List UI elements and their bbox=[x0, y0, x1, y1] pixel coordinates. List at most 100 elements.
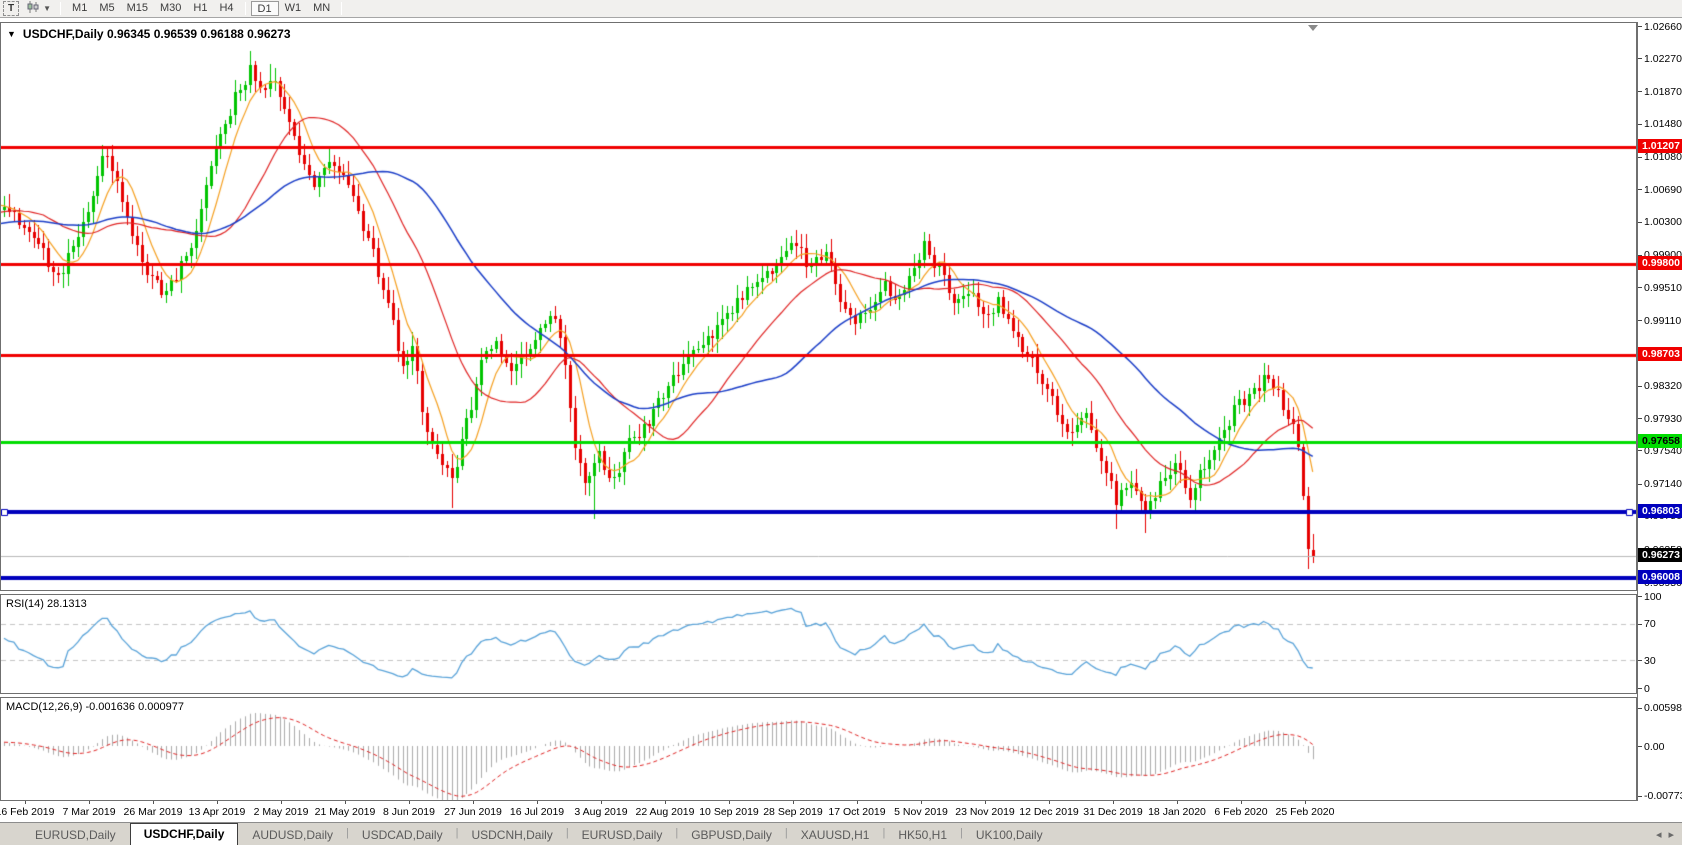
date-tick bbox=[857, 801, 858, 804]
date-tick bbox=[473, 801, 474, 804]
price-tick-label: 1.02270 bbox=[1638, 52, 1682, 65]
chart-tab-usdchf-1[interactable]: USDCHF,Daily bbox=[130, 823, 239, 845]
level-price-badge: 0.97658 bbox=[1638, 434, 1682, 448]
price-tick-label: 0.97140 bbox=[1638, 478, 1682, 491]
chart-tab-hk50-8[interactable]: HK50,H1 bbox=[885, 825, 960, 845]
macd-scale-label: -0.007737 bbox=[1638, 790, 1682, 803]
date-tick bbox=[985, 801, 986, 804]
top-toolbar: T ▼ M1M5M15M30H1H4 D1W1MN bbox=[0, 0, 1682, 18]
ohlc-open: 0.96345 bbox=[107, 27, 150, 41]
date-axis[interactable]: 16 Feb 2019 7 Mar 2019 26 Mar 2019 13 Apr 2… bbox=[0, 801, 1637, 822]
date-label: 16 Feb 2019 bbox=[0, 806, 54, 818]
timeframe-button-m30[interactable]: M30 bbox=[154, 1, 187, 16]
price-tick-label: 0.99110 bbox=[1638, 314, 1681, 327]
date-tick bbox=[345, 801, 346, 804]
date-label: 3 Aug 2019 bbox=[574, 806, 627, 818]
price-tick-label: 0.97930 bbox=[1638, 412, 1682, 425]
rsi-scale-label: 0 bbox=[1638, 682, 1650, 695]
date-label: 6 Feb 2020 bbox=[1214, 806, 1267, 818]
date-label: 27 Jun 2019 bbox=[444, 806, 502, 818]
chevron-down-icon: ▼ bbox=[43, 4, 51, 13]
date-label: 7 Mar 2019 bbox=[62, 806, 115, 818]
timeframe-button-m5[interactable]: M5 bbox=[93, 1, 120, 16]
chart-shift-marker[interactable] bbox=[1308, 25, 1318, 31]
chart-tab-eurusd-0[interactable]: EURUSD,Daily bbox=[22, 825, 129, 845]
date-label: 8 Jun 2019 bbox=[383, 806, 435, 818]
chart-symbol-period: USDCHF,Daily bbox=[23, 27, 104, 41]
date-tick bbox=[153, 801, 154, 804]
chart-tab-audusd-2[interactable]: AUDUSD,Daily bbox=[239, 825, 346, 845]
tab-scroll-left-icon[interactable]: ◂ bbox=[1656, 828, 1662, 841]
chart-window: ▼ USDCHF,Daily 0.96345 0.96539 0.96188 0.… bbox=[0, 19, 1682, 822]
level-price-badge: 1.01207 bbox=[1638, 139, 1682, 153]
date-label: 18 Jan 2020 bbox=[1148, 806, 1206, 818]
date-label: 25 Feb 2020 bbox=[1276, 806, 1335, 818]
date-tick bbox=[601, 801, 602, 804]
toolbar-separator bbox=[341, 2, 342, 15]
price-axis[interactable]: 1.026601.022701.018701.014801.010801.006… bbox=[1637, 22, 1682, 801]
chart-menu-icon[interactable]: ▼ bbox=[7, 29, 16, 39]
text-tool-button[interactable]: T bbox=[3, 1, 19, 16]
macd-scale-label: 0.00 bbox=[1638, 740, 1664, 753]
current-price-badge: 0.96273 bbox=[1638, 548, 1682, 562]
date-label: 16 Jul 2019 bbox=[510, 806, 564, 818]
chart-tab-uk100-9[interactable]: UK100,Daily bbox=[963, 825, 1056, 845]
main-chart-pane: ▼ USDCHF,Daily 0.96345 0.96539 0.96188 0.… bbox=[0, 22, 1637, 591]
date-tick bbox=[793, 801, 794, 804]
date-tick bbox=[729, 801, 730, 804]
macd-label: MACD(12,26,9) -0.001636 0.000977 bbox=[6, 701, 184, 713]
chart-tab-usdcnh-4[interactable]: USDCNH,Daily bbox=[458, 825, 565, 845]
chart-tab-xauusd-7[interactable]: XAUUSD,H1 bbox=[788, 825, 883, 845]
chart-tab-usdcad-3[interactable]: USDCAD,Daily bbox=[349, 825, 456, 845]
ohlc-low: 0.96188 bbox=[200, 27, 243, 41]
timeframe-button-m1[interactable]: M1 bbox=[66, 1, 93, 16]
rsi-label: RSI(14) 28.1313 bbox=[6, 598, 87, 610]
date-label: 31 Dec 2019 bbox=[1083, 806, 1143, 818]
ohlc-high: 0.96539 bbox=[154, 27, 197, 41]
date-label: 13 Apr 2019 bbox=[189, 806, 246, 818]
date-tick bbox=[409, 801, 410, 804]
date-tick bbox=[25, 801, 26, 804]
toolbar-separator bbox=[245, 2, 246, 15]
date-tick bbox=[217, 801, 218, 804]
chart-tab-gbpusd-6[interactable]: GBPUSD,Daily bbox=[678, 825, 785, 845]
timeframe-button-d1[interactable]: D1 bbox=[251, 1, 279, 16]
text-tool-label: T bbox=[8, 3, 14, 14]
date-tick bbox=[1241, 801, 1242, 804]
ohlc-close: 0.96273 bbox=[247, 27, 290, 41]
date-label: 22 Aug 2019 bbox=[636, 806, 695, 818]
macd-canvas[interactable] bbox=[1, 698, 1636, 800]
timeframe-button-mn[interactable]: MN bbox=[307, 1, 336, 16]
timeframe-button-w1[interactable]: W1 bbox=[279, 1, 308, 16]
date-tick bbox=[921, 801, 922, 804]
timeframe-button-m15[interactable]: M15 bbox=[121, 1, 154, 16]
date-tick bbox=[281, 801, 282, 804]
timeframe-button-h4[interactable]: H4 bbox=[213, 1, 239, 16]
date-label: 12 Dec 2019 bbox=[1019, 806, 1079, 818]
timeframe-button-h1[interactable]: H1 bbox=[187, 1, 213, 16]
date-label: 10 Sep 2019 bbox=[699, 806, 759, 818]
date-label: 2 May 2019 bbox=[254, 806, 309, 818]
date-label: 17 Oct 2019 bbox=[828, 806, 885, 818]
rsi-indicator-pane: RSI(14) 28.1313 bbox=[0, 594, 1637, 694]
chart-type-button[interactable]: ▼ bbox=[22, 1, 55, 16]
price-chart-canvas[interactable] bbox=[1, 23, 1636, 590]
level-price-badge: 0.98703 bbox=[1638, 347, 1682, 361]
rsi-canvas[interactable] bbox=[1, 595, 1636, 693]
price-tick-label: 0.99510 bbox=[1638, 281, 1682, 294]
tab-strip: EURUSD,DailyUSDCHF,DailyAUDUSD,Daily|USD… bbox=[22, 823, 1056, 845]
date-label: 26 Mar 2019 bbox=[124, 806, 183, 818]
price-tick-label: 1.01870 bbox=[1638, 85, 1682, 98]
date-label: 5 Nov 2019 bbox=[894, 806, 948, 818]
rsi-scale-label: 70 bbox=[1638, 618, 1656, 631]
price-tick-label: 1.00690 bbox=[1638, 183, 1682, 196]
date-tick bbox=[1305, 801, 1306, 804]
level-price-badge: 0.96008 bbox=[1638, 570, 1682, 584]
date-label: 21 May 2019 bbox=[315, 806, 376, 818]
date-tick bbox=[1177, 801, 1178, 804]
price-tick-label: 1.02660 bbox=[1638, 20, 1682, 33]
tab-scroll-right-icon[interactable]: ▸ bbox=[1668, 828, 1674, 841]
chart-tab-eurusd-5[interactable]: EURUSD,Daily bbox=[569, 825, 676, 845]
level-price-badge: 0.96803 bbox=[1638, 504, 1682, 518]
date-tick bbox=[665, 801, 666, 804]
